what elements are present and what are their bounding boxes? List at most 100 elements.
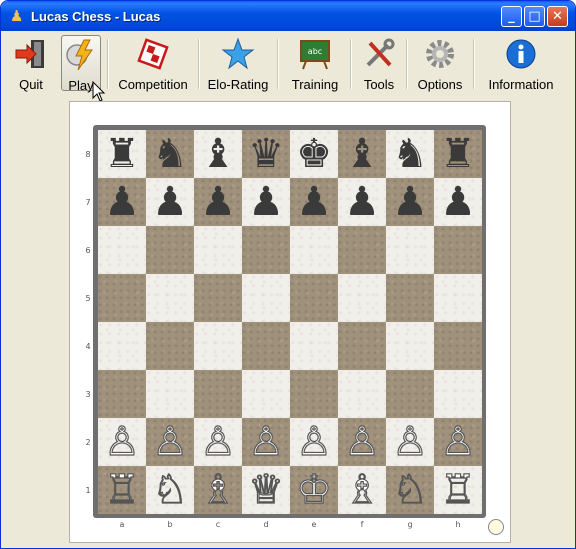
square-c6[interactable] [194, 226, 242, 274]
quit-label: Quit [19, 77, 43, 92]
chess-piece[interactable]: ♛ [242, 130, 290, 178]
square-c5[interactable] [194, 274, 242, 322]
chess-piece[interactable]: ♙ [434, 418, 482, 466]
chess-piece[interactable]: ♟ [242, 178, 290, 226]
rank-label: 6 [85, 246, 91, 255]
square-c3[interactable] [194, 370, 242, 418]
square-f4[interactable] [338, 322, 386, 370]
square-b5[interactable] [146, 274, 194, 322]
square-h5[interactable] [434, 274, 482, 322]
toolbar-separator [107, 39, 109, 89]
chess-piece[interactable]: ♟ [386, 178, 434, 226]
square-d6[interactable] [242, 226, 290, 274]
toolbar-separator [406, 39, 408, 89]
information-button[interactable]: Information [481, 35, 561, 92]
square-a4[interactable] [98, 322, 146, 370]
chess-piece[interactable]: ♘ [146, 466, 194, 514]
chess-piece[interactable]: ♟ [338, 178, 386, 226]
square-e3[interactable] [290, 370, 338, 418]
quit-door-icon [15, 40, 44, 68]
square-b3[interactable] [146, 370, 194, 418]
chess-piece[interactable]: ♖ [98, 466, 146, 514]
square-g5[interactable] [386, 274, 434, 322]
square-g3[interactable] [386, 370, 434, 418]
square-c4[interactable] [194, 322, 242, 370]
chess-piece[interactable]: ♙ [386, 418, 434, 466]
file-label: c [215, 520, 221, 529]
square-d3[interactable] [242, 370, 290, 418]
chess-piece[interactable]: ♜ [98, 130, 146, 178]
square-a6[interactable] [98, 226, 146, 274]
chess-piece[interactable]: ♟ [290, 178, 338, 226]
square-f3[interactable] [338, 370, 386, 418]
chess-piece[interactable]: ♔ [290, 466, 338, 514]
square-f6[interactable] [338, 226, 386, 274]
square-h3[interactable] [434, 370, 482, 418]
square-b4[interactable] [146, 322, 194, 370]
chess-piece[interactable]: ♙ [146, 418, 194, 466]
quit-button[interactable]: Quit [9, 35, 53, 92]
chess-piece[interactable]: ♙ [242, 418, 290, 466]
options-label: Options [417, 77, 463, 92]
rank-label: 4 [85, 342, 91, 351]
chess-piece[interactable]: ♘ [386, 466, 434, 514]
chess-piece[interactable]: ♗ [338, 466, 386, 514]
file-label: a [119, 520, 125, 529]
chess-piece[interactable]: ♞ [146, 130, 194, 178]
chess-board[interactable]: ♜ ♞ ♝ ♛ ♚ ♝ ♞ ♜ ♟ ♟ ♟ ♟ ♟ ♟ ♟ ♟ ♙ ♙ ♙ ♙ ♙ ♙ ♙ ♙ ♖ ♘ ♗ ♕ ♔ ♗ ♘ ♖ [98, 130, 482, 514]
chess-piece[interactable]: ♟ [98, 178, 146, 226]
elo-rating-label: Elo-Rating [207, 77, 269, 92]
tools-label: Tools [363, 77, 395, 92]
options-button[interactable]: Options [413, 35, 467, 92]
square-e6[interactable] [290, 226, 338, 274]
chess-piece[interactable]: ♙ [98, 418, 146, 466]
rank-label: 3 [85, 390, 91, 399]
square-d4[interactable] [242, 322, 290, 370]
square-b6[interactable] [146, 226, 194, 274]
close-button[interactable]: ✕ [547, 6, 568, 27]
elo-rating-button[interactable]: Elo-Rating [205, 35, 271, 92]
chalkboard-icon: abc [300, 40, 330, 70]
chess-piece[interactable]: ♜ [434, 130, 482, 178]
chess-piece[interactable]: ♙ [290, 418, 338, 466]
chess-piece[interactable]: ♙ [194, 418, 242, 466]
chess-piece[interactable]: ♕ [242, 466, 290, 514]
file-label: d [263, 520, 269, 529]
tools-button[interactable]: Tools [357, 35, 401, 92]
minimize-button[interactable]: _ [501, 6, 522, 27]
play-lightning-icon [66, 39, 93, 71]
title-bar[interactable]: ♟ Lucas Chess - Lucas _ □ ✕ [1, 1, 575, 31]
competition-label: Competition [118, 77, 188, 92]
chess-piece[interactable]: ♖ [434, 466, 482, 514]
square-g6[interactable] [386, 226, 434, 274]
square-a3[interactable] [98, 370, 146, 418]
chess-piece[interactable]: ♙ [338, 418, 386, 466]
mouse-pointer-icon [92, 81, 106, 102]
chess-piece[interactable]: ♟ [434, 178, 482, 226]
chess-piece[interactable]: ♗ [194, 466, 242, 514]
information-label: Information [488, 77, 554, 92]
square-a5[interactable] [98, 274, 146, 322]
chess-piece[interactable]: ♟ [194, 178, 242, 226]
square-f5[interactable] [338, 274, 386, 322]
chess-piece[interactable]: ♟ [146, 178, 194, 226]
square-g4[interactable] [386, 322, 434, 370]
square-d5[interactable] [242, 274, 290, 322]
competition-button[interactable]: Competition [114, 35, 192, 92]
gear-icon [426, 40, 454, 68]
chess-piece[interactable]: ♝ [194, 130, 242, 178]
training-button[interactable]: abc Training [286, 35, 344, 92]
chess-piece[interactable]: ♚ [290, 130, 338, 178]
square-e4[interactable] [290, 322, 338, 370]
rank-label: 1 [85, 486, 91, 495]
square-h6[interactable] [434, 226, 482, 274]
rank-label: 5 [85, 294, 91, 303]
maximize-button[interactable]: □ [524, 6, 545, 27]
chess-piece[interactable]: ♞ [386, 130, 434, 178]
side-to-move-indicator [488, 519, 504, 535]
square-e5[interactable] [290, 274, 338, 322]
chess-piece[interactable]: ♝ [338, 130, 386, 178]
rank-label: 2 [85, 438, 91, 447]
square-h4[interactable] [434, 322, 482, 370]
pawn-app-icon: ♟ [10, 7, 24, 25]
